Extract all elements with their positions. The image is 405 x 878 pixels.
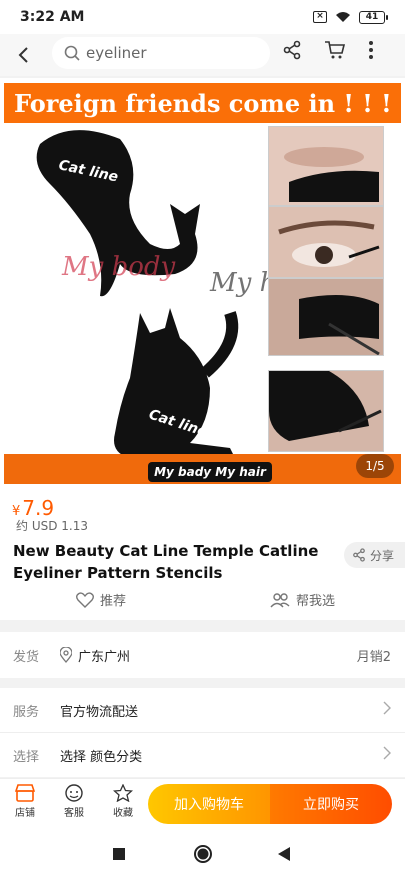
help-choose-label: 帮我选 — [296, 594, 336, 609]
location-pin-icon — [60, 647, 72, 663]
product-info: ¥ 7.9 约 USD 1.13 New Beauty Cat Line Tem… — [0, 486, 405, 620]
store-icon — [15, 784, 35, 802]
cart-icon[interactable] — [324, 40, 346, 60]
status-bar: 3:22 AM × 41 — [0, 0, 405, 34]
wifi-icon — [336, 12, 350, 22]
product-title: New Beauty Cat Line Temple Catline Eyeli… — [13, 542, 319, 582]
store-button[interactable]: 店铺 — [5, 784, 45, 819]
eye-photo-4 — [268, 370, 384, 452]
select-row[interactable]: 选择 选择 颜色分类 — [0, 733, 405, 777]
eye-photo-2 — [268, 206, 384, 278]
favorite-label: 收藏 — [113, 808, 133, 819]
chevron-right-icon — [383, 701, 391, 719]
battery-icon: 41 — [359, 10, 388, 24]
share-button[interactable]: 分享 — [344, 542, 405, 568]
select-label: 选择 — [13, 749, 40, 765]
store-label: 店铺 — [15, 808, 35, 819]
brand-tag: My bady My hair — [148, 462, 272, 482]
shipping-row: 发货 广东广州 月销2 — [0, 632, 405, 678]
shipping-label: 发货 — [13, 649, 40, 665]
support-button[interactable]: 客服 — [54, 784, 94, 819]
eye-photo-3 — [268, 278, 384, 356]
chevron-right-icon — [383, 746, 391, 764]
back-nav-icon[interactable] — [278, 847, 290, 861]
eye-photo-1 — [268, 126, 384, 206]
top-header: eyeliner — [0, 34, 405, 76]
image-banner: Foreign friends come in ! ! ! — [4, 83, 401, 123]
buy-now-button[interactable]: 立即购买 — [270, 784, 392, 824]
system-nav-bar — [0, 830, 405, 878]
home-icon[interactable] — [193, 844, 213, 864]
share-icon — [353, 548, 365, 562]
recommend-label: 推荐 — [100, 594, 127, 609]
search-query: eyeliner — [86, 44, 147, 62]
service-value: 官方物流配送 — [60, 704, 139, 720]
header-actions — [282, 40, 374, 60]
share-icon[interactable] — [282, 40, 302, 60]
service-label: 服务 — [13, 704, 40, 720]
cat-stencil-bottom: Cat line — [114, 308, 239, 458]
watermark-body: My body — [62, 252, 176, 282]
more-icon[interactable] — [368, 40, 374, 60]
recents-icon[interactable] — [113, 848, 125, 860]
monthly-sales: 月销2 — [356, 649, 391, 665]
price-approx: 约 USD 1.13 — [16, 519, 88, 533]
star-icon — [113, 784, 133, 802]
add-to-cart-button[interactable]: 加入购物车 — [148, 784, 270, 824]
image-pager: 1/5 — [356, 454, 394, 478]
shipping-location-text: 广东广州 — [78, 649, 131, 665]
status-time: 3:22 AM — [20, 9, 85, 25]
back-arrow-icon — [18, 47, 28, 63]
back-button[interactable] — [0, 46, 46, 64]
share-label: 分享 — [370, 548, 395, 563]
heart-icon — [76, 591, 94, 608]
support-label: 客服 — [64, 808, 84, 819]
recommend-button[interactable]: 推荐 — [76, 590, 126, 609]
notification-icon: × — [313, 11, 327, 23]
favorite-button[interactable]: 收藏 — [103, 784, 143, 819]
bottom-action-bar: 店铺 客服 收藏 加入购物车 立即购买 — [0, 778, 405, 830]
service-row[interactable]: 服务 官方物流配送 — [0, 688, 405, 732]
select-value: 选择 颜色分类 — [60, 749, 143, 765]
people-icon — [270, 592, 290, 607]
status-icons: × 41 — [313, 10, 388, 24]
shipping-location: 广东广州 — [60, 646, 130, 665]
search-input[interactable]: eyeliner — [52, 37, 270, 69]
product-image-carousel[interactable]: Foreign friends come in ! ! ! Cat line C… — [0, 78, 405, 486]
support-icon — [65, 784, 83, 802]
help-choose-button[interactable]: 帮我选 — [270, 590, 335, 609]
search-icon — [64, 45, 80, 61]
